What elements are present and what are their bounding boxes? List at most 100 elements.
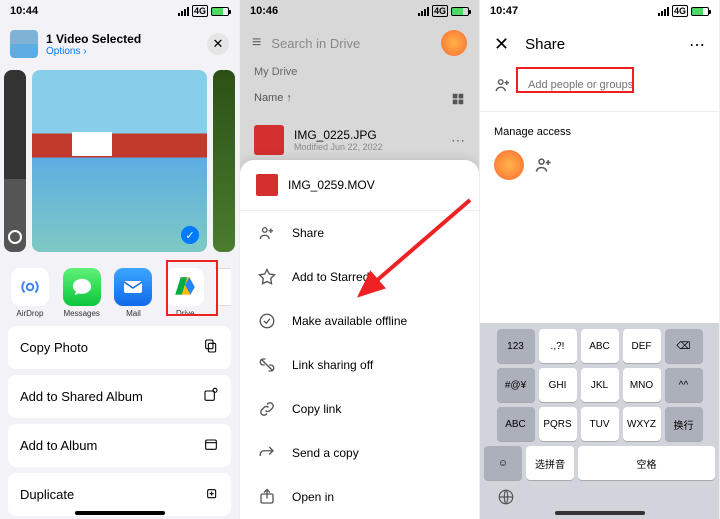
globe-icon[interactable] — [494, 485, 518, 509]
key-pqrs[interactable]: PQRS — [539, 407, 577, 441]
status-bar: 10:44 4G — [0, 0, 239, 22]
people-input[interactable] — [524, 73, 705, 97]
network-label: 4G — [192, 5, 208, 17]
copy-link-action[interactable]: Copy link — [240, 387, 479, 431]
signal-icon — [418, 7, 429, 16]
send-icon — [258, 444, 276, 462]
manage-access-label: Manage access — [480, 112, 719, 146]
key-emoji[interactable]: ☺ — [484, 446, 522, 480]
key-shift[interactable]: ^^ — [665, 368, 703, 402]
sort-control[interactable]: Name ↑ — [254, 92, 292, 109]
signal-icon — [178, 7, 189, 16]
key-symbols[interactable]: #@¥ — [497, 368, 535, 402]
clock: 10:47 — [490, 5, 518, 17]
file-actions-sheet: IMG_0259.MOV Share Add to Starred Make a… — [240, 160, 479, 519]
share-action[interactable]: Share — [240, 211, 479, 255]
video-file-icon — [254, 125, 284, 155]
signal-icon — [658, 7, 669, 16]
offline-action[interactable]: Make available offline — [240, 299, 479, 343]
ios-share-sheet-screen: 10:44 4G 1 Video Selected Options › ✕ ✓ … — [0, 0, 240, 519]
link-sharing-action[interactable]: Link sharing off — [240, 343, 479, 387]
mail-button[interactable]: Mail — [111, 268, 155, 318]
key-punct[interactable]: .,?! — [539, 329, 577, 363]
menu-icon[interactable]: ≡ — [252, 34, 261, 52]
breadcrumb[interactable]: My Drive — [240, 64, 479, 86]
key-wxyz[interactable]: WXYZ — [623, 407, 661, 441]
copy-photo-action[interactable]: Copy Photo — [8, 326, 231, 369]
add-person-icon — [494, 76, 512, 94]
share-header: 1 Video Selected Options › ✕ — [0, 22, 239, 66]
page-title: Share — [525, 36, 673, 53]
photo-carousel[interactable]: ✓ — [0, 66, 239, 256]
network-label: 4G — [432, 5, 448, 17]
battery-icon — [451, 7, 469, 16]
account-avatar[interactable] — [441, 30, 467, 56]
search-placeholder: Search in Drive — [271, 36, 431, 51]
clock: 10:44 — [10, 5, 38, 17]
key-mno[interactable]: MNO — [623, 368, 661, 402]
offline-icon — [258, 312, 276, 330]
key-return[interactable]: 换行 — [665, 407, 703, 441]
options-link[interactable]: Options › — [46, 46, 141, 57]
battery-icon — [691, 7, 709, 16]
send-copy-action[interactable]: Send a copy — [240, 431, 479, 475]
photo-thumb-selected[interactable]: ✓ — [32, 70, 207, 252]
mail-icon — [114, 268, 152, 306]
drive-button[interactable]: Drive — [163, 268, 207, 318]
album-icon — [203, 436, 219, 455]
close-button[interactable]: ✕ — [207, 33, 229, 55]
star-action[interactable]: Add to Starred — [240, 255, 479, 299]
key-abc[interactable]: ABC — [581, 329, 619, 363]
owner-avatar[interactable] — [494, 150, 524, 180]
photo-thumb-prev[interactable] — [4, 70, 26, 252]
add-person-icon[interactable] — [534, 155, 554, 175]
link-off-icon — [258, 356, 276, 374]
key-abc-mode[interactable]: ABC — [497, 407, 535, 441]
airdrop-button[interactable]: AirDrop — [8, 268, 52, 318]
open-in-action[interactable]: Open in — [240, 475, 479, 519]
drive-icon — [166, 268, 204, 306]
sheet-title: IMG_0259.MOV — [288, 178, 375, 192]
duplicate-action[interactable]: Duplicate — [8, 473, 231, 516]
key-tuv[interactable]: TUV — [581, 407, 619, 441]
drive-share-screen: 10:47 4G ✕ Share ⋯ Manage access 123 .,?… — [480, 0, 720, 519]
messages-icon — [63, 268, 101, 306]
key-ghi[interactable]: GHI — [539, 368, 577, 402]
key-backspace[interactable]: ⌫ — [665, 329, 703, 363]
home-indicator[interactable] — [555, 511, 645, 515]
key-jkl[interactable]: JKL — [581, 368, 619, 402]
more-app-button[interactable] — [215, 268, 231, 318]
action-list: Copy Photo Add to Shared Album Add to Al… — [0, 326, 239, 516]
file-row[interactable]: IMG_0225.JPG Modified Jun 22, 2022 ⋯ — [240, 115, 479, 165]
link-icon — [258, 400, 276, 418]
share-person-icon — [258, 224, 276, 242]
status-bar: 10:46 4G — [240, 0, 479, 22]
photo-thumb-next[interactable] — [213, 70, 235, 252]
shared-album-icon — [203, 387, 219, 406]
key-pinyin[interactable]: 选拼音 — [526, 446, 574, 480]
messages-button[interactable]: Messages — [60, 268, 104, 318]
battery-icon — [211, 7, 229, 16]
video-file-icon — [256, 174, 278, 196]
more-icon[interactable]: ⋯ — [689, 35, 705, 55]
search-bar[interactable]: ≡ Search in Drive — [240, 22, 479, 64]
key-123[interactable]: 123 — [497, 329, 535, 363]
airdrop-icon — [11, 268, 49, 306]
duplicate-icon — [203, 485, 219, 504]
key-def[interactable]: DEF — [623, 329, 661, 363]
app-row: AirDrop Messages Mail Drive — [0, 256, 239, 326]
add-shared-album-action[interactable]: Add to Shared Album — [8, 375, 231, 418]
view-grid-icon[interactable] — [451, 92, 465, 109]
status-bar: 10:47 4G — [480, 0, 719, 22]
keyboard: 123 .,?! ABC DEF ⌫ #@¥ GHI JKL MNO ^^ AB… — [480, 323, 719, 519]
open-in-icon — [258, 488, 276, 506]
key-space[interactable]: 空格 — [578, 446, 715, 480]
header-thumbnail — [10, 30, 38, 58]
add-album-action[interactable]: Add to Album — [8, 424, 231, 467]
app-icon-partial — [215, 268, 231, 306]
file-more-icon[interactable]: ⋯ — [451, 132, 465, 149]
copy-icon — [203, 338, 219, 357]
close-button[interactable]: ✕ — [494, 34, 509, 55]
check-icon: ✓ — [181, 226, 199, 244]
home-indicator[interactable] — [75, 511, 165, 515]
